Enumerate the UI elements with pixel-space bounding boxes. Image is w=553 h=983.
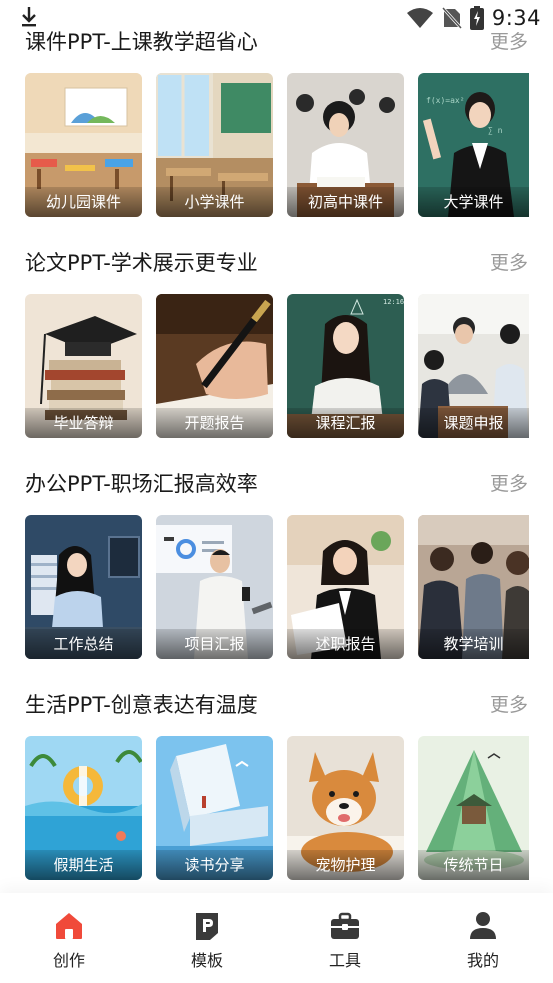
template-card[interactable]: 初高中课件 bbox=[287, 73, 404, 217]
section-header: 论文PPT-学术展示更专业 更多 bbox=[0, 243, 553, 283]
section-title: 论文PPT-学术展示更专业 bbox=[25, 251, 258, 275]
tab-label: 创作 bbox=[52, 951, 85, 970]
template-card[interactable]: 教学培训 bbox=[418, 515, 529, 659]
template-card[interactable]: 开题报告 bbox=[156, 294, 273, 438]
tab-label: 工具 bbox=[328, 951, 361, 970]
template-card[interactable]: 宠物护理 bbox=[287, 736, 404, 880]
card-label: 初高中课件 bbox=[287, 187, 404, 217]
section-header: 办公PPT-职场汇报高效率 更多 bbox=[0, 464, 553, 504]
svg-text:12:16: 12:16 bbox=[383, 298, 404, 306]
template-card[interactable]: 幼儿园课件 bbox=[25, 73, 142, 217]
template-card[interactable]: 毕业答辩 bbox=[25, 294, 142, 438]
tab-label: 模板 bbox=[190, 951, 223, 970]
template-card[interactable]: 工作总结 bbox=[25, 515, 142, 659]
template-card[interactable]: 项目汇报 bbox=[156, 515, 273, 659]
template-card[interactable]: 小学课件 bbox=[156, 73, 273, 217]
template-card[interactable]: 12:16 课程汇报 bbox=[287, 294, 404, 438]
svg-text:∑ n: ∑ n bbox=[488, 126, 503, 135]
tab-label: 我的 bbox=[466, 951, 499, 970]
no-sim-icon bbox=[441, 7, 462, 29]
battery-charging-icon bbox=[469, 6, 484, 30]
tab-templates[interactable]: 模板 bbox=[162, 903, 252, 973]
template-card[interactable]: f(x)=ax² ∑ n 大学课件 bbox=[418, 73, 529, 217]
card-label: 读书分享 bbox=[156, 850, 273, 880]
card-row: 幼儿园课件 小学课件 初高中课件 f(x)=ax² ∑ n 大学课件 bbox=[25, 73, 529, 217]
more-link[interactable]: 更多 bbox=[490, 469, 528, 496]
card-label: 毕业答辩 bbox=[25, 408, 142, 438]
template-card[interactable]: 述职报告 bbox=[287, 515, 404, 659]
template-card[interactable]: 课题申报 bbox=[418, 294, 529, 438]
card-row: 毕业答辩 开题报告 12:16 课程汇报 课题申报 bbox=[25, 294, 529, 438]
section-title: 办公PPT-职场汇报高效率 bbox=[25, 472, 258, 496]
section-office: 办公PPT-职场汇报高效率 更多 工作总结 项目汇报 述职报告 教学培训 bbox=[0, 464, 553, 659]
home-icon bbox=[56, 913, 82, 939]
template-card[interactable]: 假期生活 bbox=[25, 736, 142, 880]
status-bar: 9:34 bbox=[0, 0, 553, 34]
template-card[interactable]: 读书分享 bbox=[156, 736, 273, 880]
card-label: 述职报告 bbox=[287, 629, 404, 659]
card-label: 小学课件 bbox=[156, 187, 273, 217]
section-life: 生活PPT-创意表达有温度 更多 假期生活 读书分享 宠物护理 传统节日 bbox=[0, 685, 553, 880]
card-label: 假期生活 bbox=[25, 850, 142, 880]
card-label: 课程汇报 bbox=[287, 408, 404, 438]
card-label: 课题申报 bbox=[418, 408, 529, 438]
card-label: 大学课件 bbox=[418, 187, 529, 217]
template-icon bbox=[196, 913, 218, 940]
wifi-icon bbox=[406, 8, 433, 28]
card-label: 教学培训 bbox=[418, 629, 529, 659]
card-row: 工作总结 项目汇报 述职报告 教学培训 bbox=[25, 515, 529, 659]
card-label: 传统节日 bbox=[418, 850, 529, 880]
toolbox-icon bbox=[331, 912, 359, 939]
tab-profile[interactable]: 我的 bbox=[438, 903, 528, 973]
card-label: 幼儿园课件 bbox=[25, 187, 142, 217]
card-label: 开题报告 bbox=[156, 408, 273, 438]
tab-create[interactable]: 创作 bbox=[24, 903, 114, 973]
section-header: 生活PPT-创意表达有温度 更多 bbox=[0, 685, 553, 725]
user-icon bbox=[470, 912, 496, 939]
status-time: 9:34 bbox=[491, 6, 541, 30]
download-icon bbox=[22, 7, 36, 27]
card-row: 假期生活 读书分享 宠物护理 传统节日 bbox=[25, 736, 529, 880]
more-link[interactable]: 更多 bbox=[490, 690, 528, 717]
tab-tools[interactable]: 工具 bbox=[300, 903, 390, 973]
app-screen: 9:34 课件PPT-上课教学超省心 更多 幼儿园课件 小学课件 初高中课件 f… bbox=[0, 0, 553, 983]
more-link[interactable]: 更多 bbox=[490, 248, 528, 275]
bottom-tab-bar: 创作 模板 工具 我的 bbox=[0, 893, 553, 983]
card-label: 工作总结 bbox=[25, 629, 142, 659]
card-label: 宠物护理 bbox=[287, 850, 404, 880]
card-label: 项目汇报 bbox=[156, 629, 273, 659]
svg-text:f(x)=ax²: f(x)=ax² bbox=[426, 96, 465, 105]
template-card[interactable]: 传统节日 bbox=[418, 736, 529, 880]
section-title: 生活PPT-创意表达有温度 bbox=[25, 693, 258, 717]
section-thesis: 论文PPT-学术展示更专业 更多 毕业答辩 开题报告 12:16 课程汇报 课题… bbox=[0, 243, 553, 438]
